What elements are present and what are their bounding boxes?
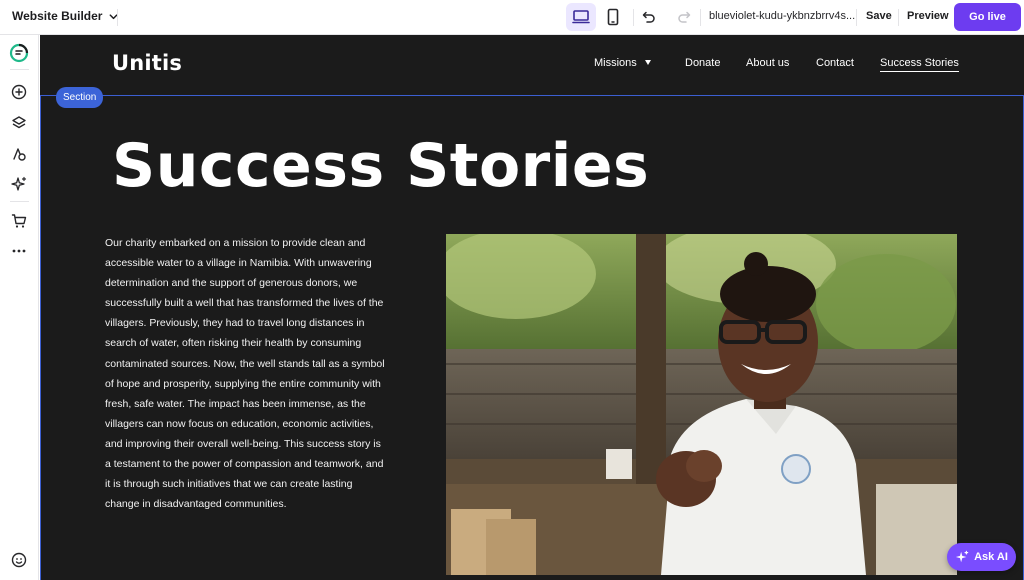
- nav-link-contact[interactable]: Contact: [816, 57, 854, 69]
- theme-icon: [13, 148, 26, 161]
- theme-button[interactable]: [9, 144, 29, 164]
- tool-rail: [0, 35, 39, 580]
- preview-button[interactable]: Preview: [907, 10, 949, 22]
- save-button[interactable]: Save: [866, 10, 892, 22]
- divider: [898, 9, 899, 26]
- site-header[interactable]: Unitis Missions Donate About us Contact …: [40, 35, 1024, 95]
- app-title: Website Builder: [12, 9, 103, 23]
- ai-sparkle-icon: [11, 176, 27, 191]
- rail-divider: [10, 201, 29, 202]
- mobile-icon: [607, 8, 619, 26]
- divider: [700, 9, 701, 26]
- redo-button[interactable]: [674, 7, 694, 27]
- add-element-button[interactable]: [9, 82, 29, 102]
- nav-link-missions[interactable]: Missions: [594, 57, 637, 69]
- nav-link-success-stories[interactable]: Success Stories: [880, 57, 959, 72]
- section-badge[interactable]: Section: [56, 87, 104, 108]
- ask-ai-label: Ask AI: [974, 551, 1008, 563]
- app-title-menu[interactable]: Website Builder: [12, 9, 119, 23]
- divider: [117, 9, 118, 26]
- go-live-button[interactable]: Go live: [954, 3, 1021, 31]
- desktop-icon: [572, 10, 590, 24]
- cart-icon: [11, 214, 27, 228]
- logo-icon: [9, 43, 29, 63]
- more-icon: [12, 249, 26, 253]
- more-button[interactable]: [9, 241, 29, 261]
- ai-sparkle-icon: [955, 550, 969, 563]
- layers-button[interactable]: [9, 113, 29, 133]
- page-canvas[interactable]: Unitis Missions Donate About us Contact …: [40, 35, 1024, 580]
- undo-icon: [642, 11, 655, 23]
- nav-link-donate[interactable]: Donate: [685, 57, 720, 69]
- girl-smiling-photo: [446, 234, 957, 575]
- help-button[interactable]: [9, 550, 29, 570]
- divider: [633, 9, 634, 26]
- site-logo[interactable]: Unitis: [112, 51, 182, 75]
- add-icon: [11, 84, 27, 100]
- redo-icon: [678, 11, 691, 23]
- undo-button[interactable]: [639, 7, 659, 27]
- story-photo[interactable]: [446, 234, 957, 575]
- nav-link-about[interactable]: About us: [746, 57, 789, 69]
- ask-ai-button[interactable]: Ask AI: [947, 543, 1016, 571]
- builder-logo-button[interactable]: [9, 43, 29, 63]
- ai-tools-button[interactable]: [9, 174, 29, 194]
- store-button[interactable]: [9, 211, 29, 231]
- desktop-view-button[interactable]: [566, 3, 596, 31]
- caret-down-icon[interactable]: [645, 60, 651, 65]
- mobile-view-button[interactable]: [598, 3, 628, 31]
- story-paragraph[interactable]: Our charity embarked on a mission to pro…: [105, 233, 387, 514]
- layers-icon: [12, 116, 26, 129]
- rail-divider: [10, 69, 29, 70]
- divider: [856, 9, 857, 26]
- builder-topbar: Website Builder blueviolet-kudu-ykbnzbrr…: [0, 0, 1024, 35]
- help-icon: [11, 552, 27, 568]
- site-url[interactable]: blueviolet-kudu-ykbnzbrrv4s...: [709, 10, 855, 22]
- page-title[interactable]: Success Stories: [112, 131, 649, 201]
